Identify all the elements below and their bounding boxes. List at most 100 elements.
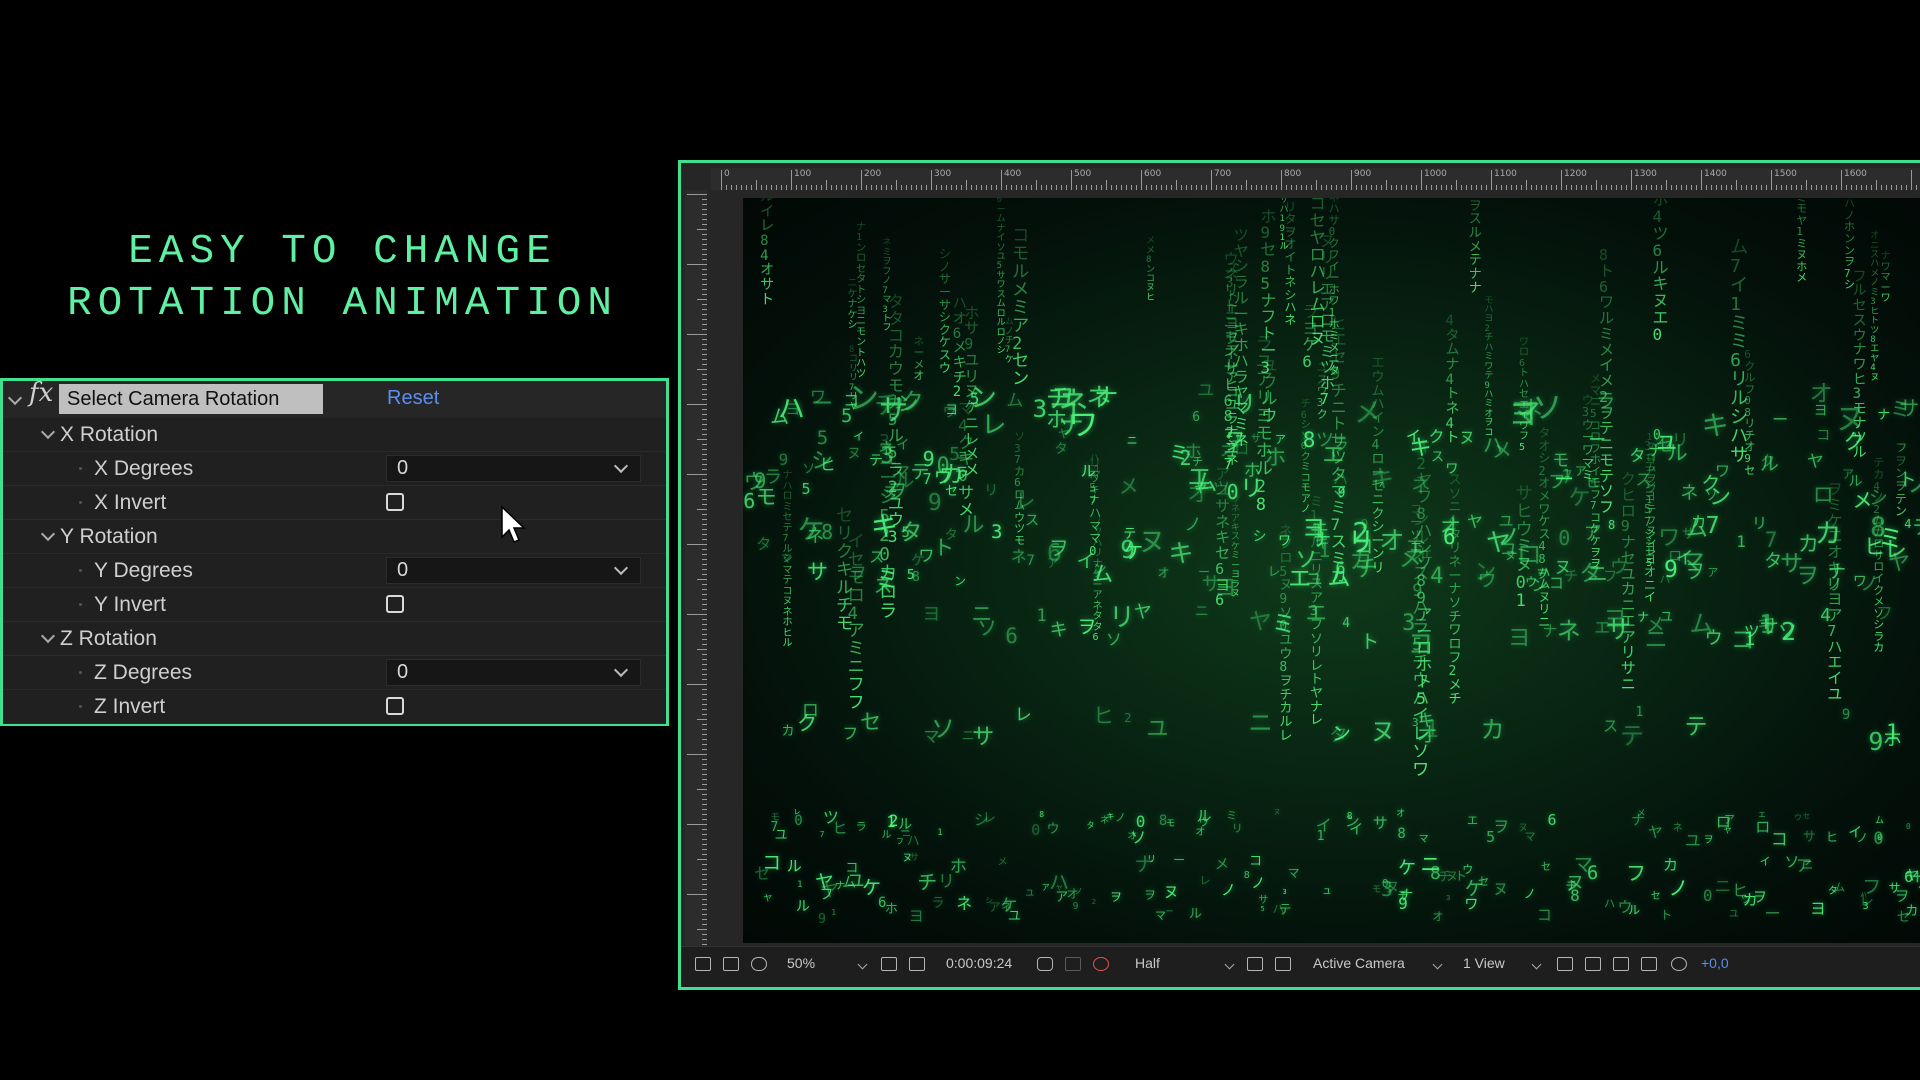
region-of-interest-icon[interactable] [909,957,925,971]
monitor-icon[interactable] [723,957,739,971]
rain-glyph: ヲ [1590,545,1601,559]
ruler-tick [1651,185,1652,190]
magnification-dropdown[interactable]: 50% [787,955,815,971]
rain-glyph: 5 [1519,441,1526,453]
show-snapshot-icon[interactable] [1065,957,1081,971]
ruler-tick [702,804,707,805]
rain-glyph: リ [1146,855,1156,866]
group-row-z-rotation[interactable]: Z Rotation [3,622,666,656]
y-degrees-dropdown[interactable]: 0 [386,557,641,584]
rain-glyph: メ [1599,340,1615,359]
group-row-y-rotation[interactable]: Y Rotation [3,520,666,554]
ruler-tick [702,284,707,285]
ruler-tick [751,185,752,190]
rain-glyph: ヌ [882,482,898,501]
rain-glyph: サ [1258,894,1269,906]
rain-glyph: メ [1398,546,1422,573]
rain-glyph: ノ [882,276,892,287]
rain-glyph: ヲ [1109,889,1122,904]
view-layout-dropdown[interactable]: 1 View [1463,955,1505,971]
snapshot-camera-icon[interactable] [1037,957,1053,971]
rain-glyph: ヤ [1796,213,1808,227]
reset-link[interactable]: Reset [387,387,439,410]
ruler-tick [896,180,897,190]
rain-glyph: ト [760,291,775,308]
rain-glyph: 4 [1342,615,1351,631]
chevron-down-icon[interactable] [1432,959,1443,970]
ruler-tick [1116,185,1117,190]
horizontal-ruler[interactable]: 0 100 200 300 400 500 600 700 800 900 1000 1100 1200… [711,168,1920,190]
group-row-x-rotation[interactable]: X Rotation [3,418,666,452]
ruler-tick [966,180,967,190]
resolution-dropdown[interactable]: Half [1135,955,1160,971]
camera-dropdown[interactable]: Active Camera [1313,955,1405,971]
rain-glyph: オ [913,369,925,383]
flowchart-icon[interactable] [1613,957,1629,971]
ruler-tick [702,539,707,540]
z-invert-checkbox[interactable] [386,697,404,715]
collapse-chevron-icon[interactable] [7,390,23,406]
rain-glyph: 9 [1072,900,1079,912]
ruler-tick [702,679,707,680]
effect-name-label[interactable]: Select Camera Rotation [59,384,323,414]
rain-glyph: キ [1701,410,1729,442]
ruler-tick [702,694,707,695]
timecode-display[interactable]: 0:00:09:24 [946,955,1012,971]
rain-glyph: ナ [1620,533,1636,552]
x-degrees-dropdown[interactable]: 0 [386,455,641,482]
transparency-grid-icon[interactable] [1275,957,1291,971]
rain-glyph: ミ [1310,495,1324,511]
x-invert-checkbox[interactable] [386,493,404,511]
rain-glyph: 9 [1868,727,1884,757]
ruler-tick [1811,185,1812,190]
rain-glyph: ル [1279,242,1289,253]
rain-glyph: ロ [1812,482,1834,507]
color-channels-icon[interactable] [1093,957,1109,971]
rain-glyph: 9 [1337,485,1346,501]
rain-glyph: ニ [1194,604,1209,621]
toggle-pixel-aspect-icon[interactable] [1557,957,1573,971]
chevron-down-icon[interactable] [1224,959,1235,970]
ruler-tick [1856,185,1857,190]
ruler-label: 700 [1214,169,1232,179]
grid-guides-icon[interactable] [881,957,897,971]
always-preview-icon[interactable] [695,957,711,971]
group-chevron-icon[interactable] [40,526,56,542]
rain-glyph: ツ [1652,224,1669,243]
fx-icon[interactable]: fx [29,378,53,408]
group-chevron-icon[interactable] [40,424,56,440]
reset-exposure-icon[interactable] [1671,957,1687,971]
rain-glyph: オ [1157,565,1170,580]
composition-canvas[interactable]: ユスウ3クウネリトニヲネサヒ68ナユ7ホサ9ユリヌケニレメメセリクキルチモムノチ… [743,198,1920,943]
ruler-tick [702,469,707,470]
rain-glyph: 9 [1841,706,1851,723]
chevron-down-icon[interactable] [1531,959,1542,970]
rain-glyph: ニ [1248,709,1273,738]
effect-header-row[interactable]: fx Select Camera Rotation Reset [3,378,666,419]
mask-view-icon[interactable] [751,957,767,971]
ruler-tick [1171,185,1172,190]
composition-flowchart-icon[interactable] [1641,957,1657,971]
rain-glyph: メ [952,340,967,357]
rain-glyph: ン [1844,243,1856,257]
ruler-tick [1391,185,1392,190]
ruler-tick [702,209,707,210]
rain-glyph: モ [856,326,867,338]
region-render-icon[interactable] [1585,957,1601,971]
vertical-ruler[interactable] [685,190,707,950]
rain-glyph: タ [756,534,772,553]
rain-glyph: 8 [1039,809,1045,819]
y-invert-checkbox[interactable] [386,595,404,613]
rain-glyph: ン [969,383,997,415]
ruler-tick [1631,170,1632,190]
rain-glyph: ノ [1907,472,1920,496]
ruler-tick [726,185,727,190]
fast-preview-icon[interactable] [1247,957,1263,971]
z-degrees-dropdown[interactable]: 0 [386,659,641,686]
rain-glyph: ル [1744,371,1756,385]
rain-glyph: ク [1316,407,1328,421]
rain-glyph: ヒ [1092,704,1114,729]
group-chevron-icon[interactable] [40,628,56,644]
exposure-value[interactable]: +0,0 [1701,955,1729,971]
chevron-down-icon[interactable] [857,959,868,970]
